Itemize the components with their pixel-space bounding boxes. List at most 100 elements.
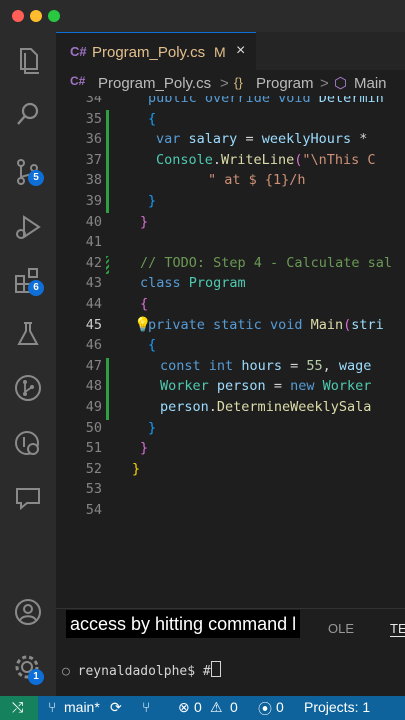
line-number: 48 (85, 378, 102, 395)
editor-tab-bar: C# Program_Poly.cs M × (56, 32, 405, 71)
minimize-window-button[interactable] (30, 10, 42, 22)
line-number: 35 (85, 110, 102, 127)
prompt-text: reynaldadolphe$ # (77, 664, 211, 679)
explorer-icon[interactable] (12, 44, 44, 76)
csharp-file-icon: C# (70, 74, 86, 88)
lightbulb-icon[interactable]: 💡 (134, 317, 151, 333)
code-line[interactable]: 37 Console.WriteLine("\nThis C (56, 150, 405, 171)
line-number: 49 (85, 399, 102, 415)
line-number: 46 (85, 337, 102, 354)
line-number: 47 (85, 357, 102, 374)
class-icon: {} (234, 75, 243, 90)
git-graph-status-icon[interactable]: ⑂ (142, 699, 150, 715)
accounts-icon[interactable] (12, 596, 44, 628)
breadcrumb-file[interactable]: Program_Poly.cs (98, 75, 211, 92)
branch-name[interactable]: main* (64, 699, 100, 715)
code-line[interactable]: 50} (56, 418, 405, 439)
code-line[interactable]: 51} (56, 438, 405, 459)
branch-icon: ⑂ (48, 699, 57, 715)
code-line[interactable]: 44 { (56, 294, 405, 315)
code-line[interactable]: 47 const int hours = 55, wage (56, 356, 405, 377)
code-line[interactable]: 48 Worker person = new Worker (56, 376, 405, 397)
breadcrumb-class[interactable]: Program (256, 75, 314, 92)
error-icon: ⊗ (178, 699, 190, 715)
code-line[interactable]: 36 var salary = weeklyHours * (56, 129, 405, 150)
code-text: class Program (140, 275, 246, 292)
title-bar (0, 0, 405, 32)
code-line[interactable]: 49 person.DetermineWeeklySala (56, 397, 405, 418)
error-count[interactable]: 0 (194, 699, 202, 715)
code-text: private static void Main(stri (148, 316, 384, 333)
code-text: } (132, 460, 141, 477)
code-line[interactable]: 38 " at $ {1}/h (56, 170, 405, 191)
tab-terminal[interactable]: TE (390, 621, 405, 637)
line-number: 39 (85, 193, 102, 209)
line-number: 41 (85, 234, 102, 251)
code-line[interactable]: 54 (56, 500, 405, 521)
tab-program-poly[interactable]: C# Program_Poly.cs M × (56, 32, 256, 71)
code-text: { (140, 296, 149, 312)
run-debug-icon[interactable] (12, 212, 44, 244)
breadcrumb-method[interactable]: Main (354, 75, 387, 92)
code-line[interactable]: 39} (56, 191, 405, 212)
tab-label: Program_Poly.cs (92, 44, 206, 61)
code-line[interactable]: 35 { (56, 109, 405, 130)
testing-icon[interactable] (12, 318, 44, 350)
comments-icon[interactable] (12, 482, 44, 514)
tab-debug-console[interactable]: OLE (328, 621, 354, 636)
line-number: 51 (85, 440, 102, 457)
chevron-right-icon: > (320, 75, 329, 92)
git-graph-icon[interactable] (12, 372, 44, 404)
line-number: 38 (85, 172, 102, 189)
close-tab-icon[interactable]: × (236, 42, 245, 60)
remote-indicator[interactable]: ⤭ (0, 696, 38, 720)
code-text: public override void Determin (148, 96, 384, 106)
line-number: 52 (85, 460, 102, 477)
code-editor[interactable]: 34 public override void Determin 35 {36 var … (56, 96, 405, 608)
line-number: 45 (85, 316, 102, 333)
ports-icon: ⦿ (258, 701, 272, 717)
manage-badge: 1 (28, 669, 44, 685)
source-control-badge: 5 (28, 170, 44, 186)
code-line[interactable]: 53 (56, 479, 405, 500)
line-number: 42 (85, 254, 102, 271)
code-text: Console.WriteLine("\nThis C (156, 151, 376, 168)
code-text: var salary = weeklyHours * (156, 131, 368, 148)
status-bar: ⤭ ⑂ main* ⟳ ⑂ ⊗ 0 ⚠ 0 ⦿ 0 Projects: 1 (0, 696, 405, 720)
code-line[interactable]: 45 private static void Main(stri (56, 315, 405, 336)
code-line[interactable]: 42 // TODO: Step 4 - Calculate sal (56, 253, 405, 274)
csharp-file-icon: C# (70, 44, 87, 59)
terminal-prompt[interactable]: ○ reynaldadolphe$ # (62, 661, 221, 679)
remote-icon: ⤭ (12, 699, 24, 715)
maximize-window-button[interactable] (48, 10, 60, 22)
search-icon[interactable] (12, 98, 44, 130)
activity-bar: 5 6 1 (0, 32, 57, 696)
line-number: 54 (85, 502, 102, 518)
code-line[interactable]: 40} (56, 212, 405, 233)
line-number: 53 (85, 481, 102, 498)
code-text: Worker person = new Worker (160, 378, 372, 395)
code-text: } (140, 440, 149, 457)
ports-count[interactable]: 0 (276, 699, 284, 715)
remote-explorer-icon[interactable] (12, 428, 44, 460)
sync-icon[interactable]: ⟳ (110, 699, 122, 716)
code-line[interactable]: 41 (56, 232, 405, 253)
close-window-button[interactable] (12, 10, 24, 22)
code-text: // TODO: Step 4 - Calculate sal (140, 254, 392, 271)
code-text: " at $ {1}/h (208, 172, 306, 189)
modified-indicator: M (214, 44, 226, 60)
cursor-icon (210, 661, 221, 677)
code-line[interactable]: 43 class Program (56, 273, 405, 294)
code-line[interactable]: 46 { (56, 335, 405, 356)
extensions-badge: 6 (28, 280, 44, 296)
code-line[interactable]: 52} (56, 459, 405, 480)
line-number: 36 (85, 131, 102, 148)
code-line[interactable]: 34 public override void Determin (56, 96, 405, 109)
warning-count[interactable]: 0 (230, 699, 238, 715)
line-number: 37 (85, 151, 102, 168)
method-icon: ⬡ (334, 75, 348, 92)
code-text: } (140, 213, 149, 230)
breadcrumb: C# Program_Poly.cs > {} Program > ⬡ Main (56, 70, 405, 96)
line-number: 50 (85, 419, 102, 436)
projects-status[interactable]: Projects: 1 (304, 699, 370, 715)
